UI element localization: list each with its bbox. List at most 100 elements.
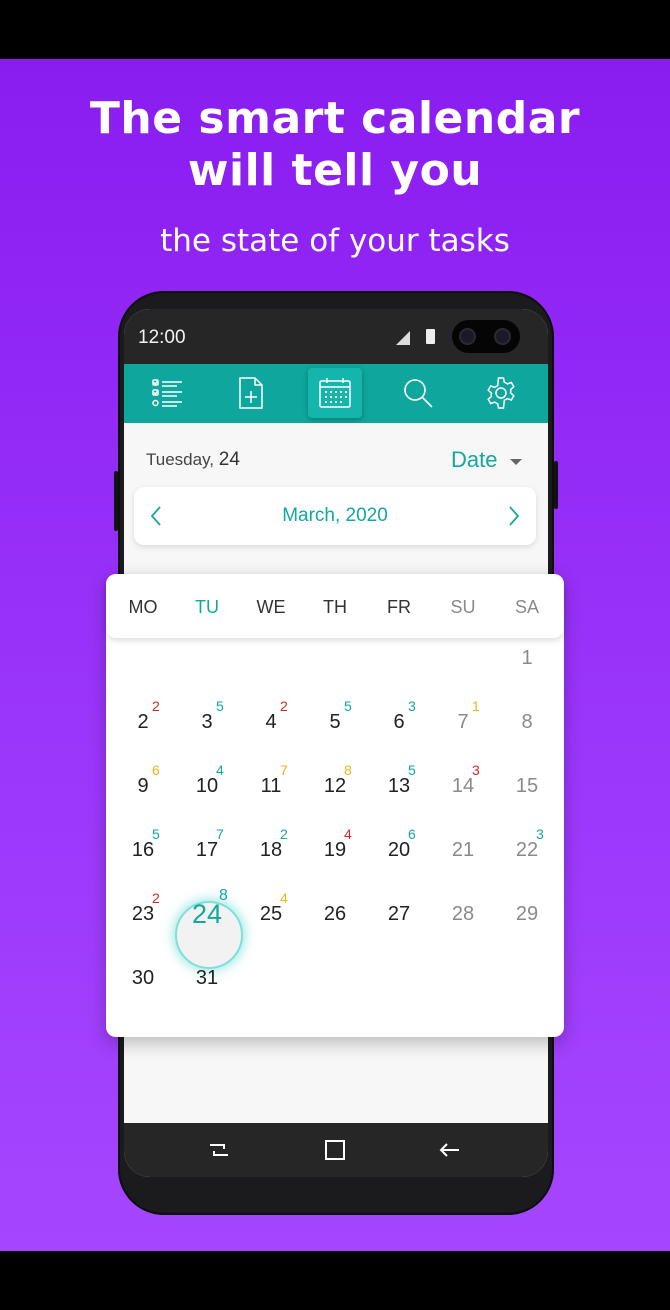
headline-line-2: will tell you: [187, 145, 483, 196]
calendar-day[interactable]: 12 8: [303, 755, 367, 819]
day-number: 2: [137, 711, 149, 733]
task-count-badge: 4: [280, 890, 288, 906]
day-number: 25: [259, 903, 283, 925]
task-count-badge: 7: [216, 826, 224, 842]
day-number: 8: [521, 711, 533, 733]
date-mode-dropdown[interactable]: Date: [451, 447, 497, 473]
day-number: 13: [387, 775, 411, 797]
calendar-day[interactable]: 19 4: [303, 819, 367, 883]
calendar-day[interactable]: 8: [495, 691, 559, 755]
day-number: 23: [131, 903, 155, 925]
search-tab[interactable]: [391, 368, 445, 418]
day-number: 27: [387, 903, 411, 925]
bottom-black-bar: [0, 1251, 670, 1310]
calendar-day[interactable]: 11 7: [239, 755, 303, 819]
task-count-badge: 3: [472, 762, 480, 778]
home-icon[interactable]: [320, 1135, 350, 1165]
weekday-label: TH: [323, 597, 347, 617]
task-count-badge: 3: [536, 826, 544, 842]
calendar-tab[interactable]: [308, 368, 362, 418]
task-count-badge: 2: [280, 698, 288, 714]
calendar-day[interactable]: 96: [111, 755, 175, 819]
system-nav-bar: [124, 1123, 548, 1177]
status-time: 12:00: [138, 327, 186, 348]
day-number: 14: [451, 775, 475, 797]
day-number: 4: [265, 711, 277, 733]
recents-icon[interactable]: [204, 1135, 234, 1165]
day-number: 7: [457, 711, 469, 733]
calendar-day[interactable]: 31: [175, 947, 239, 1011]
day-number: 16: [131, 839, 155, 861]
caret-down-icon[interactable]: [510, 459, 522, 465]
day-number: 6: [393, 711, 405, 733]
calendar-day[interactable]: 20 6: [367, 819, 431, 883]
task-count-badge: 5: [216, 698, 224, 714]
day-number: 5: [329, 711, 341, 733]
chevron-right-icon[interactable]: [498, 501, 528, 531]
calendar-day[interactable]: 30: [111, 947, 175, 1011]
back-icon[interactable]: [435, 1135, 465, 1165]
signal-icon: [396, 331, 410, 345]
settings-tab[interactable]: [474, 368, 528, 418]
status-bar: 12:00: [124, 309, 548, 364]
weekday-label: MO: [128, 597, 158, 617]
task-count-badge: 6: [152, 762, 160, 778]
camera-lens-icon: [494, 328, 511, 345]
calendar-day[interactable]: 35: [175, 691, 239, 755]
gear-icon: [487, 377, 515, 409]
day-number: 28: [451, 903, 475, 925]
new-note-tab[interactable]: [224, 368, 278, 418]
task-count-badge: 1: [472, 698, 480, 714]
day-number: 24: [191, 899, 223, 929]
month-label[interactable]: March, 2020: [134, 505, 536, 527]
day-number: 31: [195, 967, 219, 989]
current-date-label: Tuesday, 24: [146, 449, 240, 471]
day-number: 22: [515, 839, 539, 861]
calendar-day[interactable]: 71: [431, 691, 495, 755]
day-number-text: 24: [218, 449, 240, 470]
calendar-day[interactable]: 25 4: [239, 883, 303, 947]
top-black-bar: [0, 0, 670, 59]
weekday-label: FR: [387, 597, 411, 617]
calendar-day[interactable]: 28: [431, 883, 495, 947]
calendar-day[interactable]: 24 8: [175, 883, 239, 947]
calendar-day[interactable]: 23 2: [111, 883, 175, 947]
task-count-badge: 2: [280, 826, 288, 842]
calendar-day[interactable]: 63: [367, 691, 431, 755]
calendar-day[interactable]: 10 4: [175, 755, 239, 819]
calendar-day[interactable]: 15: [495, 755, 559, 819]
task-count-badge: 2: [152, 698, 160, 714]
camera-lens-icon: [459, 328, 476, 345]
calendar-day[interactable]: 16 5: [111, 819, 175, 883]
calendar-day[interactable]: 22: [111, 691, 175, 755]
calendar-day[interactable]: 13 5: [367, 755, 431, 819]
calendar-day[interactable]: 26: [303, 883, 367, 947]
calendar-day[interactable]: 18 2: [239, 819, 303, 883]
month-navigator: March, 2020: [134, 487, 536, 545]
power-button: [554, 461, 558, 509]
calendar-day[interactable]: 1: [495, 627, 559, 691]
calendar-day[interactable]: 55: [303, 691, 367, 755]
date-row: Tuesday, 24 Date: [124, 423, 548, 483]
task-count-badge: 4: [216, 762, 224, 778]
calendar-day[interactable]: 27: [367, 883, 431, 947]
calendar-day[interactable]: 14 3: [431, 755, 495, 819]
tasks-tab[interactable]: [141, 368, 195, 418]
calendar-day[interactable]: 42: [239, 691, 303, 755]
task-count-badge: 3: [408, 698, 416, 714]
weekday-text: Tuesday,: [146, 450, 215, 469]
day-number: 12: [323, 775, 347, 797]
day-number: 17: [195, 839, 219, 861]
calendar-day[interactable]: 29: [495, 883, 559, 947]
calendar-day[interactable]: 17 7: [175, 819, 239, 883]
calendar-day[interactable]: 22 3: [495, 819, 559, 883]
front-camera: [452, 320, 520, 353]
day-number: 20: [387, 839, 411, 861]
task-count-badge: 7: [280, 762, 288, 778]
day-number: 30: [131, 967, 155, 989]
calendar-day[interactable]: 21: [431, 819, 495, 883]
weekday-label: SA: [514, 597, 539, 617]
day-number: 18: [259, 839, 283, 861]
weekday-label: WE: [256, 597, 286, 617]
weekday-label: TU: [195, 597, 219, 617]
